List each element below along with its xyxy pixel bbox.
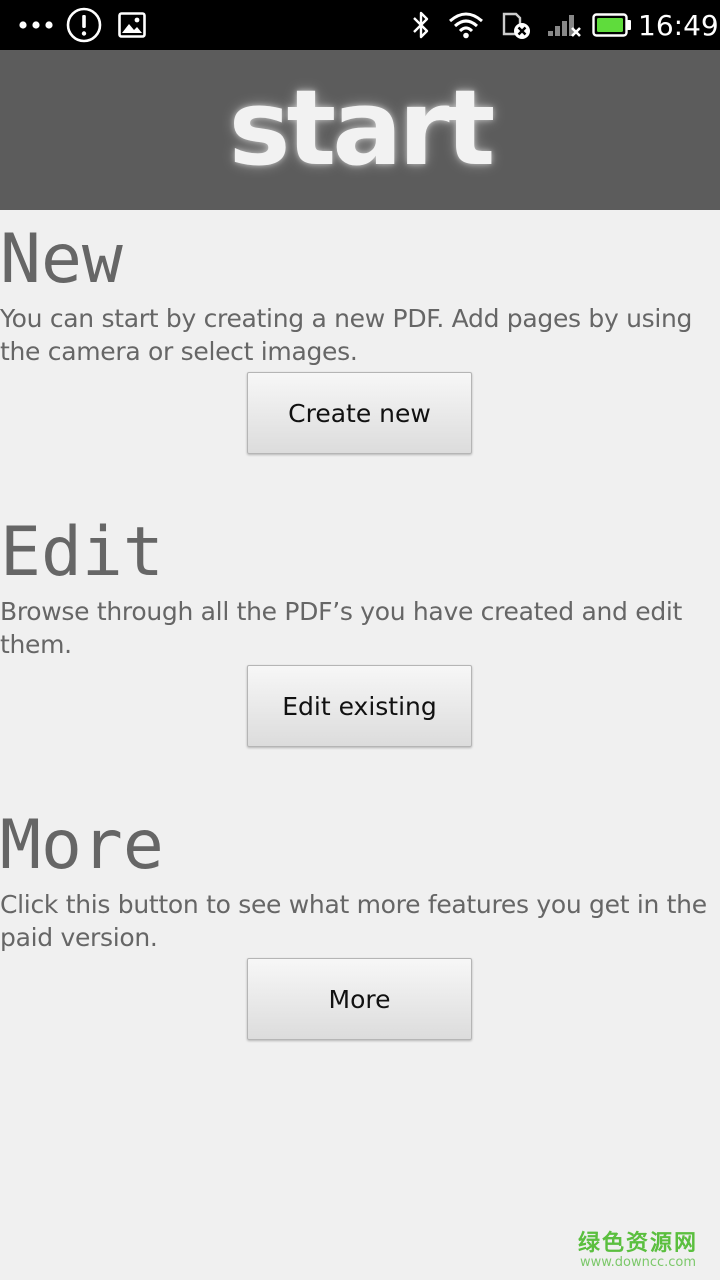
app-header: start: [0, 50, 720, 210]
more-dots-icon: [18, 0, 54, 50]
create-new-button[interactable]: Create new: [247, 372, 472, 454]
more-heading: More: [0, 806, 164, 885]
battery-icon: [592, 0, 632, 50]
watermark-chinese: 绿色资源网: [577, 1230, 698, 1256]
status-clock: 16:49: [638, 8, 719, 42]
watermark-url: www.downcc.com: [579, 1254, 697, 1270]
sim-error-icon: [500, 0, 532, 50]
more-description: Click this button to see what more featu…: [0, 890, 707, 952]
new-description: You can start by creating a new PDF. Add…: [0, 304, 693, 366]
watermark: 绿色资源网 www.downcc.com: [577, 1230, 698, 1270]
wifi-icon: [448, 0, 484, 50]
alert-icon: [66, 0, 102, 50]
status-bar: 16:49: [0, 0, 720, 50]
more-button[interactable]: More: [247, 958, 472, 1040]
edit-heading: Edit: [0, 513, 164, 592]
edit-existing-button[interactable]: Edit existing: [247, 665, 472, 747]
image-notification-icon: [118, 0, 146, 50]
edit-description: Browse through all the PDF’s you have cr…: [0, 597, 683, 659]
header-title: start: [228, 67, 496, 189]
bluetooth-icon: [410, 0, 432, 50]
signal-no-service-icon: [546, 0, 582, 50]
new-heading: New: [0, 220, 123, 299]
